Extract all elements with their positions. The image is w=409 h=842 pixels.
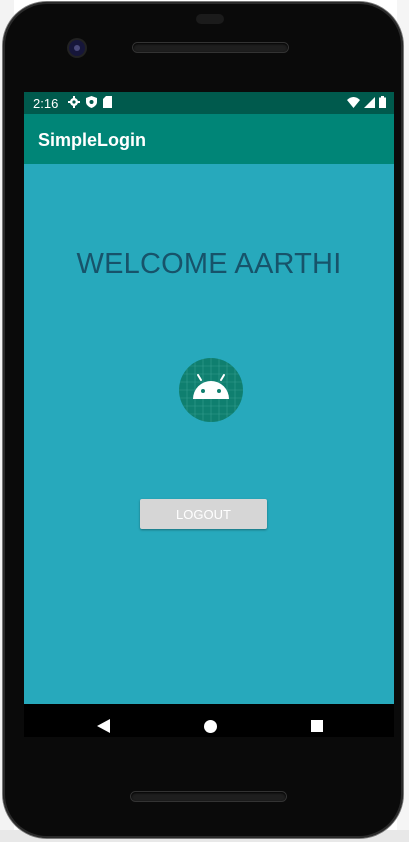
status-icons-left (68, 96, 112, 108)
top-sensor (196, 14, 224, 24)
welcome-text: WELCOME AARTHI (76, 248, 342, 280)
home-icon[interactable] (204, 720, 217, 733)
back-icon[interactable] (97, 719, 110, 733)
logout-button[interactable]: LOGOUT (140, 499, 267, 529)
status-bar: 2:16 (24, 92, 394, 114)
emulator-device-frame: 2:16 SimpleLogin WELCOME AARTHI LOGOUT (3, 2, 403, 838)
front-camera (69, 40, 85, 56)
signal-icon (364, 96, 375, 108)
recents-icon[interactable] (311, 720, 323, 732)
system-nav-bar (24, 704, 394, 737)
shield-icon (86, 96, 97, 108)
status-icons-right (347, 96, 386, 108)
wifi-icon (347, 96, 360, 108)
sd-card-icon (103, 96, 112, 108)
main-content: WELCOME AARTHI LOGOUT (24, 164, 394, 704)
status-time: 2:16 (33, 96, 59, 111)
app-title: SimpleLogin (38, 130, 146, 150)
device-screen: 2:16 SimpleLogin WELCOME AARTHI LOGOUT (24, 92, 394, 737)
bottom-speaker (131, 792, 286, 801)
app-toolbar: SimpleLogin (24, 114, 394, 164)
settings-icon (68, 96, 80, 108)
top-speaker (133, 43, 288, 52)
android-logo-icon (179, 358, 243, 422)
battery-icon (379, 96, 386, 108)
